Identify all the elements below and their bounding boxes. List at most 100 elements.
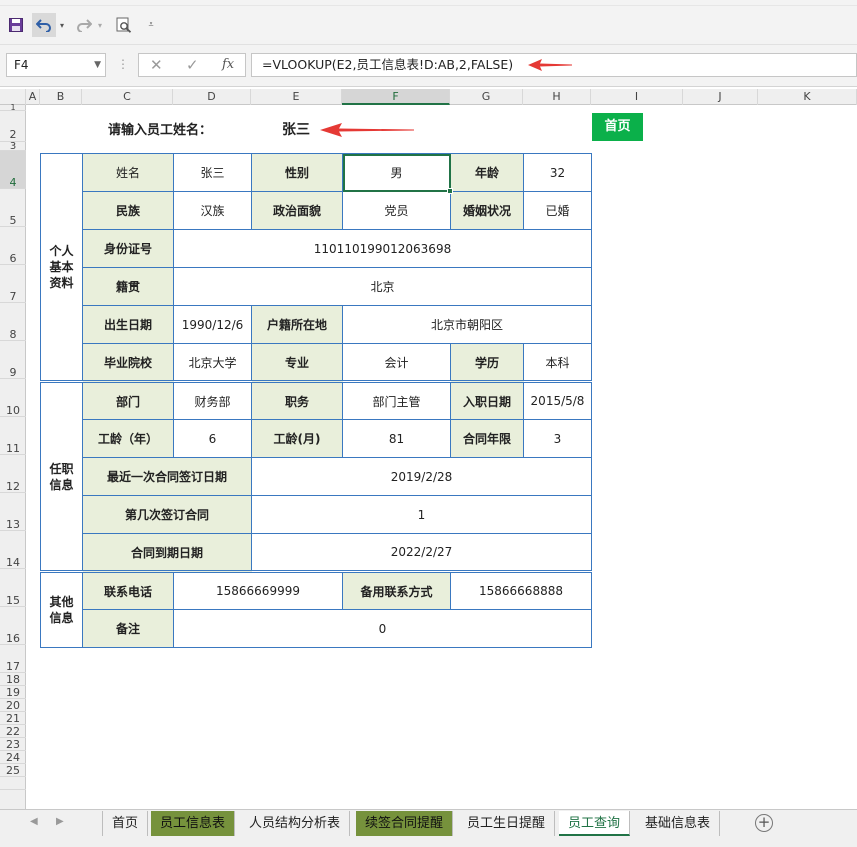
enter-icon[interactable]: ✓	[186, 56, 199, 74]
tab-employee-info[interactable]: 员工信息表	[151, 811, 236, 836]
undo-icon[interactable]	[32, 13, 56, 37]
row-header-9[interactable]: 9	[0, 341, 26, 379]
row-header-4[interactable]: 4	[0, 151, 26, 189]
save-icon[interactable]	[6, 13, 26, 37]
household-registration-value[interactable]: 北京市朝阳区	[342, 305, 592, 344]
position-value[interactable]: 部门主管	[342, 380, 451, 420]
name-value[interactable]: 张三	[173, 153, 252, 192]
sheet-tab-bar: ◀ ▶ 首页 员工信息表 人员结构分析表 续签合同提醒 员工生日提醒 员工查询 …	[0, 809, 857, 837]
row-header-16[interactable]: 16	[0, 607, 26, 645]
major-label: 专业	[251, 343, 343, 382]
row-header-23[interactable]: 23	[0, 738, 26, 751]
column-header-i[interactable]: I	[591, 89, 683, 105]
red-arrow-icon	[528, 59, 572, 71]
name-box-value: F4	[14, 58, 29, 72]
column-header-g[interactable]: G	[450, 89, 523, 105]
row-header-5[interactable]: 5	[0, 189, 26, 227]
contract-expiry-value[interactable]: 2022/2/27	[251, 533, 592, 572]
name-box[interactable]: F4 ▼	[6, 53, 106, 77]
column-header-d[interactable]: D	[173, 89, 251, 105]
tab-contract-renewal[interactable]: 续签合同提醒	[356, 811, 454, 836]
excel-window: ▾ ▾ ⩡ F4 ▼ ⋮ ✕ ✓ fx =VLOOKUP(E2,员工信息表!D:…	[0, 0, 857, 847]
marital-status-value[interactable]: 已婚	[523, 191, 592, 230]
id-number-value[interactable]: 110110199012063698	[173, 229, 592, 268]
name-box-dropdown-icon[interactable]: ▼	[94, 54, 101, 76]
row-header-18[interactable]: 18	[0, 673, 26, 686]
row-header-2[interactable]: 2	[0, 111, 26, 142]
political-status-label: 政治面貌	[251, 191, 343, 230]
fill-handle[interactable]	[447, 188, 453, 194]
column-header-h[interactable]: H	[523, 89, 591, 105]
phone-value[interactable]: 15866669999	[173, 570, 343, 610]
row-header-25[interactable]: 25	[0, 764, 26, 777]
row-header-21[interactable]: 21	[0, 712, 26, 725]
employee-name-input-cell[interactable]: 张三	[282, 119, 310, 139]
tab-employee-query[interactable]: 员工查询	[559, 811, 631, 836]
alternate-contact-label: 备用联系方式	[342, 570, 451, 610]
last-contract-date-value[interactable]: 2019/2/28	[251, 457, 592, 496]
scroll-tabs-left-icon[interactable]: ◀	[30, 816, 38, 827]
join-date-label: 入职日期	[450, 380, 524, 420]
contract-term-value[interactable]: 3	[523, 419, 592, 458]
column-header-k[interactable]: K	[758, 89, 857, 105]
row-header-22[interactable]: 22	[0, 725, 26, 738]
tab-birthday-reminder[interactable]: 员工生日提醒	[458, 811, 556, 836]
contract-count-label: 第几次签订合同	[82, 495, 252, 534]
contract-expiry-label: 合同到期日期	[82, 533, 252, 572]
age-value[interactable]: 32	[523, 153, 592, 192]
row-header-26[interactable]	[0, 777, 26, 790]
row-header-20[interactable]: 20	[0, 699, 26, 712]
service-months-value[interactable]: 81	[342, 419, 451, 458]
department-value[interactable]: 财务部	[173, 380, 252, 420]
alternate-contact-value[interactable]: 15866668888	[450, 570, 592, 610]
column-header-e[interactable]: E	[251, 89, 342, 105]
row-header-13[interactable]: 13	[0, 493, 26, 531]
school-value[interactable]: 北京大学	[173, 343, 252, 382]
id-number-label: 身份证号	[82, 229, 174, 268]
row-header-19[interactable]: 19	[0, 686, 26, 699]
service-months-label: 工龄(月)	[251, 419, 343, 458]
column-header-c[interactable]: C	[82, 89, 173, 105]
column-header-j[interactable]: J	[683, 89, 758, 105]
join-date-value[interactable]: 2015/5/8	[523, 380, 592, 420]
add-sheet-icon[interactable]: +	[755, 814, 773, 832]
tab-structure-analysis[interactable]: 人员结构分析表	[240, 811, 351, 836]
ethnicity-value[interactable]: 汉族	[173, 191, 252, 230]
political-status-value[interactable]: 党员	[342, 191, 451, 230]
education-value[interactable]: 本科	[523, 343, 592, 382]
cancel-icon[interactable]: ✕	[150, 56, 163, 74]
service-years-value[interactable]: 6	[173, 419, 252, 458]
native-place-value[interactable]: 北京	[173, 267, 592, 306]
column-header-b[interactable]: B	[40, 89, 82, 105]
insert-function-icon[interactable]: fx	[222, 57, 234, 72]
row-header-3[interactable]: 3	[0, 142, 26, 152]
customize-quick-access-icon[interactable]: ⩡	[144, 13, 158, 37]
column-header-f[interactable]: F	[342, 89, 450, 105]
row-header-17[interactable]: 17	[0, 660, 26, 673]
row-headers: 1 2 3 4 5 6 7 8 9 10 11 12 13 14 15 16 1…	[0, 104, 26, 809]
redo-icon[interactable]	[74, 13, 94, 37]
tab-base-info[interactable]: 基础信息表	[636, 811, 721, 836]
scroll-tabs-right-icon[interactable]: ▶	[56, 816, 64, 827]
row-header-24[interactable]: 24	[0, 751, 26, 764]
row-header-10[interactable]: 10	[0, 379, 26, 417]
row-header-6[interactable]: 6	[0, 227, 26, 265]
undo-dropdown-icon[interactable]: ▾	[57, 13, 67, 37]
tab-home[interactable]: 首页	[102, 811, 149, 836]
remark-value[interactable]: 0	[173, 609, 592, 648]
row-header-11[interactable]: 11	[0, 417, 26, 455]
print-preview-icon[interactable]	[114, 13, 134, 37]
contract-count-value[interactable]: 1	[251, 495, 592, 534]
redo-dropdown-icon[interactable]: ▾	[95, 13, 105, 37]
row-header-12[interactable]: 12	[0, 455, 26, 493]
major-value[interactable]: 会计	[342, 343, 451, 382]
row-header-14[interactable]: 14	[0, 531, 26, 569]
spreadsheet-grid[interactable]: A B C D E F G H I J K 1 2 3 4 5 6 7 8 9 …	[0, 89, 857, 809]
home-button[interactable]: 首页	[592, 113, 643, 141]
gender-value-selected-cell[interactable]: 男	[342, 153, 453, 194]
column-header-a[interactable]: A	[26, 89, 40, 105]
birth-date-value[interactable]: 1990/12/6	[173, 305, 252, 344]
row-header-7[interactable]: 7	[0, 265, 26, 303]
row-header-15[interactable]: 15	[0, 569, 26, 607]
row-header-8[interactable]: 8	[0, 303, 26, 341]
